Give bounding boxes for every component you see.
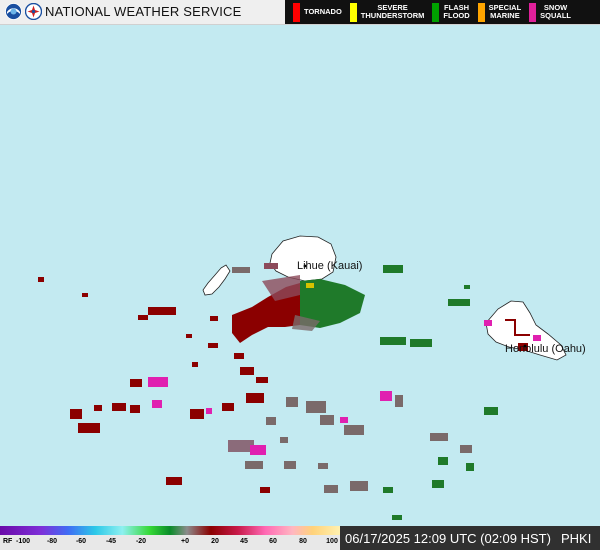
radar-map[interactable]: Lihue (Kauai) Honolulu (Oahu) bbox=[0, 25, 600, 526]
severe-thunderstorm-swatch bbox=[349, 2, 357, 22]
legend-label-flash-flood: FLASH FLOOD bbox=[443, 3, 470, 20]
snow-squall-swatch bbox=[529, 2, 537, 22]
scale-tick: 80 bbox=[299, 538, 307, 545]
legend-flash-flood: FLASH FLOOD bbox=[432, 0, 470, 24]
warning-legend: TORNADO SEVERE THUNDERSTORM FLASH FLOOD … bbox=[285, 0, 600, 24]
legend-severe-thunderstorm: SEVERE THUNDERSTORM bbox=[349, 0, 425, 24]
reflectivity-color-ramp bbox=[0, 526, 340, 535]
scale-tick: 100 bbox=[326, 538, 338, 545]
scale-tick: -80 bbox=[46, 538, 58, 545]
radar-timestamp: 06/17/2025 12:09 UTC (02:09 HST) bbox=[345, 531, 551, 546]
legend-snow-squall: SNOW SQUALL bbox=[529, 0, 571, 24]
tornado-swatch bbox=[293, 2, 300, 22]
radar-map-canvas[interactable]: Lihue (Kauai) Honolulu (Oahu) bbox=[0, 25, 600, 526]
flash-flood-swatch bbox=[432, 2, 440, 22]
scale-tick: -20 bbox=[135, 538, 147, 545]
nws-logo-icon bbox=[25, 3, 42, 20]
legend-label-severe-thunderstorm: SEVERE THUNDERSTORM bbox=[360, 3, 425, 20]
agency-title: NATIONAL WEATHER SERVICE bbox=[45, 4, 242, 19]
scale-tick: 20 bbox=[211, 538, 219, 545]
reflectivity-scale: RF -100 -80 -60 -45 -20 +0 20 45 60 80 1… bbox=[0, 526, 340, 550]
legend-label-tornado: TORNADO bbox=[304, 7, 342, 16]
scale-tick: 45 bbox=[240, 538, 248, 545]
special-marine-swatch bbox=[477, 2, 485, 22]
legend-special-marine: SPECIAL MARINE bbox=[477, 0, 522, 24]
city-label-lihue: Lihue (Kauai) bbox=[297, 260, 362, 272]
scale-tick: -45 bbox=[105, 538, 117, 545]
scale-tick: +0 bbox=[181, 538, 189, 545]
scale-tick: -100 bbox=[15, 538, 31, 545]
city-label-honolulu: Honolulu (Oahu) bbox=[505, 343, 586, 355]
noaa-logo-icon bbox=[5, 3, 22, 20]
scale-tick: -60 bbox=[75, 538, 87, 545]
legend-tornado: TORNADO bbox=[293, 0, 342, 24]
scale-tick: 60 bbox=[269, 538, 277, 545]
footer-bar: RF -100 -80 -60 -45 -20 +0 20 45 60 80 1… bbox=[0, 526, 600, 550]
station-id: PHKI bbox=[561, 531, 592, 546]
legend-label-special-marine: SPECIAL MARINE bbox=[488, 3, 522, 20]
scale-prefix: RF bbox=[3, 538, 13, 545]
legend-label-snow-squall: SNOW SQUALL bbox=[540, 3, 572, 20]
header-bar: NATIONAL WEATHER SERVICE TORNADO SEVERE … bbox=[0, 0, 600, 25]
